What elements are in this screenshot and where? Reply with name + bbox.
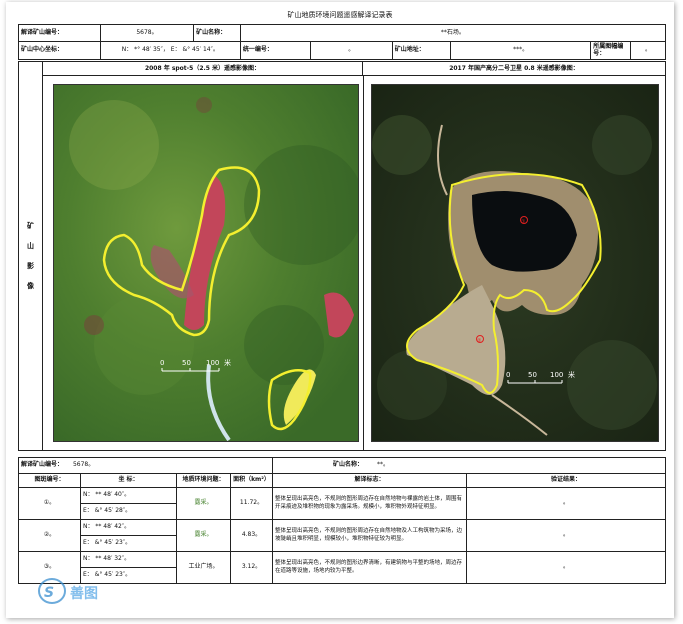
label-unified-code: 统一编号： bbox=[239, 41, 311, 60]
side-char: 山 bbox=[27, 242, 34, 250]
page-title: 矿山地质环境问题遥感解译记录表 bbox=[287, 11, 393, 19]
interpretation-table: 解译矿山编号： 5678。 矿山名称： **。 图斑编号： 坐 标： 地质环境问… bbox=[18, 457, 666, 584]
spot5-image: 0 50 100 米 bbox=[53, 84, 359, 442]
col-spot-id: 图斑编号： bbox=[18, 473, 81, 488]
mark: 整体呈现出高亮色，不规则的图形边界清晰，有建筑物与平整的场地，周边存在道路等设施… bbox=[272, 551, 467, 584]
scale-unit: 米 bbox=[568, 370, 575, 379]
label-center-coord: 矿山中心坐标： bbox=[18, 41, 101, 60]
table-row: ①。 N： ** 48′ 40″。 露采。 11.72。 整体呈现出高亮色，不规… bbox=[18, 487, 666, 520]
scale-unit: 米 bbox=[224, 358, 231, 367]
mine-code: 5678。 bbox=[99, 24, 195, 42]
scale-hundred: 100 bbox=[550, 371, 563, 379]
scale-zero: 0 bbox=[506, 371, 510, 379]
col-mark: 解译标志： bbox=[272, 473, 467, 488]
col-issue: 地质环境问题： bbox=[176, 473, 231, 488]
verify: 。 bbox=[466, 487, 666, 520]
table-row: ②。 N： ** 48′ 42″。 露采。 4.83。 整体呈现出高亮色，不规则… bbox=[18, 519, 666, 552]
marker-1: ① bbox=[521, 219, 526, 225]
coord-e: E： &° 45′ 23″。 bbox=[80, 535, 177, 552]
record-sheet: 矿山地质环境问题遥感解译记录表 解译矿山编号： 5678。 矿山名称： **石场… bbox=[6, 2, 674, 618]
label-mine-code: 解译矿山编号： bbox=[21, 461, 64, 469]
center-coord: N： *° 48′ 35″， E： &° 45′ 14″。 bbox=[99, 41, 241, 60]
left-image-title: 2008 年 spot-5（2.5 米）遥感影像图： bbox=[43, 62, 363, 76]
gf2-image: ① ② 0 50 100 米 bbox=[371, 84, 659, 442]
side-label: 矿 山 影 像 bbox=[19, 62, 43, 450]
issue: 露采。 bbox=[176, 519, 231, 552]
verify: 。 bbox=[466, 551, 666, 584]
header-table: 解译矿山编号： 5678。 矿山名称： **石场。 矿山中心坐标： N： *° … bbox=[18, 24, 667, 60]
scale-zero: 0 bbox=[160, 359, 164, 367]
watermark-text: 善图 bbox=[70, 585, 98, 602]
bottom-code-cell: 解译矿山编号： 5678。 bbox=[18, 457, 273, 474]
area: 4.83。 bbox=[230, 519, 273, 552]
right-image-title: 2017 年国产高分二号卫星 0.8 米遥感影像图： bbox=[363, 62, 665, 76]
image-section: 矿 山 影 像 2008 年 spot-5（2.5 米）遥感影像图： 2017 … bbox=[18, 61, 666, 451]
svg-text:S: S bbox=[44, 585, 54, 601]
col-area: 面积（km²） bbox=[230, 473, 273, 488]
coord-n: N： ** 48′ 42″。 bbox=[80, 519, 177, 536]
bottom-name-cell: 矿山名称： **。 bbox=[272, 457, 666, 474]
side-char: 影 bbox=[27, 262, 34, 270]
mine-name: **。 bbox=[376, 461, 389, 469]
mark: 整体呈现出高亮色，不规则的图形周边存在自然地物与裸露的岩土体，周围有开采痕迹及堆… bbox=[272, 487, 467, 520]
watermark-logo: S 善图 bbox=[36, 576, 116, 606]
area: 3.12。 bbox=[230, 551, 273, 584]
label-mine-name: 矿山名称： bbox=[333, 461, 364, 469]
issue: 工业广场。 bbox=[176, 551, 231, 584]
mark: 整体呈现出高亮色，不规则的图形周边存在自然地物及人工构筑物为采场，边坡陡峭且堆积… bbox=[272, 519, 467, 552]
spot-id: ①。 bbox=[18, 487, 81, 520]
area: 11.72。 bbox=[230, 487, 273, 520]
coord-n: N： ** 48′ 32″。 bbox=[80, 551, 177, 568]
scale-fifty: 50 bbox=[182, 359, 191, 367]
mine-name: **石场。 bbox=[239, 24, 667, 42]
verify: 。 bbox=[466, 519, 666, 552]
scale-hundred: 100 bbox=[206, 359, 219, 367]
label-mine-address: 矿山地址： bbox=[391, 41, 452, 60]
spot-id: ②。 bbox=[18, 519, 81, 552]
coord-e: E： &° 45′ 28″。 bbox=[80, 503, 177, 520]
col-coord: 坐 标： bbox=[80, 473, 177, 488]
scale-fifty: 50 bbox=[528, 371, 537, 379]
side-char: 像 bbox=[27, 282, 34, 290]
marker-2: ② bbox=[477, 338, 482, 344]
issue: 露采。 bbox=[176, 487, 231, 520]
col-verify: 验证结果： bbox=[466, 473, 666, 488]
map-sheet: 。 bbox=[629, 41, 667, 60]
label-map-sheet: 所属图幅编号： bbox=[590, 41, 631, 60]
unified-code: 。 bbox=[309, 41, 393, 60]
side-char: 矿 bbox=[27, 222, 34, 230]
mine-address: ***。 bbox=[450, 41, 592, 60]
label-mine-name: 矿山名称： bbox=[193, 24, 241, 42]
coord-n: N： ** 48′ 40″。 bbox=[80, 487, 177, 504]
label-mine-code: 解译矿山编号： bbox=[18, 24, 101, 42]
mine-code: 5678。 bbox=[72, 461, 95, 469]
table-row: ③。 N： ** 48′ 32″。 工业广场。 3.12。 整体呈现出高亮色，不… bbox=[18, 551, 666, 584]
